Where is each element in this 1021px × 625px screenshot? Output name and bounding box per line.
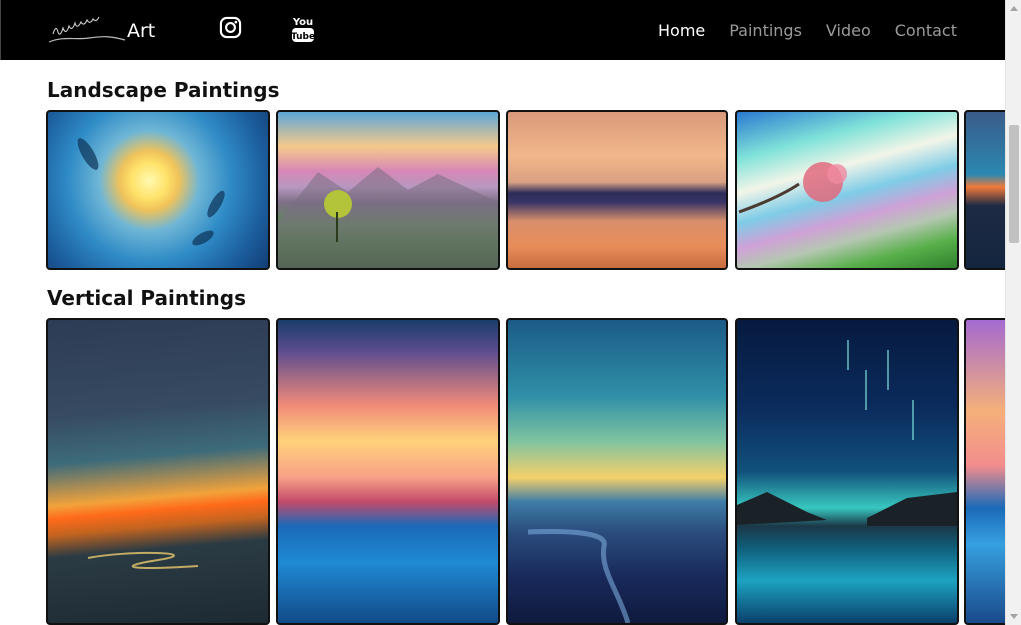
- painting-mountain-decor: [278, 167, 498, 268]
- nav-video[interactable]: Video: [826, 21, 871, 40]
- main-nav: Home Paintings Video Contact: [658, 0, 957, 60]
- landscape-painting-2[interactable]: [276, 110, 500, 270]
- landscape-section-title: Landscape Paintings: [47, 78, 280, 102]
- vertical-painting-1[interactable]: [46, 318, 270, 625]
- scrollbar-thumb[interactable]: [1009, 125, 1019, 243]
- signature-logo: [48, 16, 126, 43]
- youtube-icon: You Tube: [291, 17, 315, 42]
- painting-stream-decor: [527, 529, 631, 623]
- landscape-painting-4[interactable]: [735, 110, 959, 270]
- instagram-icon: [219, 16, 242, 39]
- youtube-icon-you: You: [292, 17, 313, 28]
- painting-swirl-decor: [77, 138, 225, 246]
- landscape-painting-5[interactable]: [964, 110, 1005, 270]
- page-scrollbar[interactable]: [1005, 0, 1021, 625]
- vertical-painting-5[interactable]: [964, 318, 1005, 625]
- painting-aurora-decor: [737, 340, 957, 526]
- painting-river-decor: [87, 551, 199, 569]
- nav-paintings[interactable]: Paintings: [729, 21, 802, 40]
- landscape-gallery: [46, 110, 1005, 270]
- vertical-painting-4[interactable]: [735, 318, 959, 625]
- landscape-painting-3[interactable]: [506, 110, 728, 270]
- youtube-link[interactable]: You Tube: [291, 14, 315, 44]
- vertical-painting-2[interactable]: [276, 318, 500, 625]
- nav-contact[interactable]: Contact: [895, 21, 957, 40]
- scroll-up-arrow-icon[interactable]: [1010, 6, 1018, 11]
- instagram-link[interactable]: [219, 16, 242, 39]
- youtube-icon-tube: Tube: [291, 32, 315, 42]
- landscape-painting-1[interactable]: [46, 110, 270, 270]
- brand-logo-link[interactable]: Art: [45, 14, 155, 48]
- brand-text: Art: [127, 20, 156, 42]
- top-navbar: Art You Tube Home Paintings Video Contac…: [0, 0, 1005, 60]
- vertical-section-title: Vertical Paintings: [47, 286, 246, 310]
- scroll-down-arrow-icon[interactable]: [1010, 614, 1018, 619]
- vertical-gallery: [46, 318, 1005, 625]
- vertical-painting-3[interactable]: [506, 318, 728, 625]
- nav-home[interactable]: Home: [658, 21, 705, 40]
- painting-blossom-decor: [738, 162, 847, 214]
